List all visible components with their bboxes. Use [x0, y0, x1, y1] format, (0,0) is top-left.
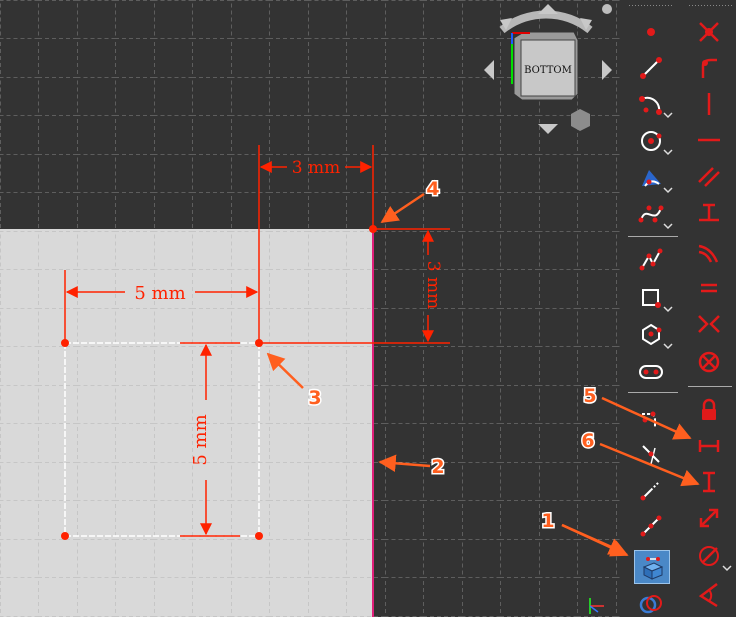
grid-light: [0, 229, 373, 617]
external-geometry-button[interactable]: [634, 550, 670, 584]
polygon-dropdown-icon[interactable]: [662, 340, 674, 352]
fillet-icon: [642, 411, 656, 428]
constrain-symmetric-button[interactable]: [692, 308, 726, 340]
arc-dropdown-icon[interactable]: [662, 109, 674, 121]
slot-button[interactable]: [634, 356, 668, 388]
line-icon: [640, 57, 662, 79]
line-button[interactable]: [634, 52, 668, 84]
anno-label-1: 1: [541, 510, 554, 532]
constrain-horizontal-distance-button[interactable]: [692, 430, 726, 462]
constrain-point-on-object-icon: [701, 58, 717, 78]
anno-label-6: 6: [581, 430, 594, 452]
3d-viewport[interactable]: 3 mm 3 mm 5 mm 5 mm 1 2 3 4 5 6 BOTTOM: [0, 0, 622, 617]
constrain-tangent-button[interactable]: [692, 236, 726, 268]
vertex-top-left: [61, 339, 69, 347]
toolbar-separator: [628, 392, 678, 393]
viewport-canvas[interactable]: 3 mm 3 mm 5 mm 5 mm 1 2 3 4 5 6 BOTTOM: [0, 0, 622, 617]
toolbar-grip[interactable]: [628, 4, 674, 8]
constrain-angle-icon: [698, 583, 718, 608]
constrain-distance-button[interactable]: [692, 502, 726, 534]
constrain-tangent-icon: [698, 244, 719, 263]
constrain-vertical-icon: [707, 93, 711, 115]
extend-button[interactable]: [634, 474, 668, 506]
toolbar-separator: [688, 386, 732, 387]
extend-icon: [640, 481, 660, 501]
vertex-top-right: [255, 339, 263, 347]
point-button[interactable]: [634, 16, 668, 48]
anno-label-4: 4: [426, 178, 439, 200]
constrain-lock-icon: [702, 398, 716, 420]
constrain-vertical-distance-icon: [703, 471, 715, 493]
dim-height-label[interactable]: 5 mm: [190, 414, 211, 465]
split-button[interactable]: [634, 510, 668, 542]
slot-icon: [639, 365, 663, 379]
constrain-block-icon: [698, 351, 720, 373]
constrain-point-on-object-button[interactable]: [692, 52, 726, 84]
constrain-distance-icon: [699, 508, 719, 528]
point-icon: [647, 28, 655, 36]
polyline-button[interactable]: [634, 244, 668, 276]
constrain-parallel-icon: [698, 167, 720, 187]
anno-label-3: 3: [308, 387, 321, 409]
rectangle-icon: [642, 289, 661, 308]
constrain-vertical-button[interactable]: [692, 88, 726, 120]
trim-button[interactable]: [634, 438, 668, 470]
external-geometry-icon: [642, 557, 664, 580]
constrain-equal-button[interactable]: [692, 272, 726, 304]
anno-label-2: 2: [431, 456, 444, 478]
constrain-block-button[interactable]: [692, 346, 726, 378]
vertex-bottom-left: [61, 532, 69, 540]
fillet-button[interactable]: [634, 402, 668, 434]
carbon-copy-button[interactable]: [634, 588, 668, 617]
toolbar-separator: [628, 236, 678, 237]
vertex-model-corner: [369, 225, 377, 233]
constrain-angle-button[interactable]: [692, 578, 726, 610]
cube-menu-icon[interactable]: [602, 4, 612, 14]
constrain-horizontal-icon: [698, 138, 720, 142]
dim-right-label[interactable]: 3 mm: [423, 261, 443, 309]
bspline-dropdown-icon[interactable]: [662, 220, 674, 232]
constrain-radius-dropdown-icon[interactable]: [721, 562, 733, 574]
constrain-symmetric-icon: [698, 315, 720, 333]
constrain-coincident-button[interactable]: [692, 16, 726, 48]
circle-icon: [641, 131, 662, 151]
cube-face-label: BOTTOM: [524, 65, 572, 76]
constrain-perpendicular-icon: [699, 203, 719, 222]
circle-dropdown-icon[interactable]: [662, 146, 674, 158]
vertex-bottom-right: [255, 532, 263, 540]
conic-icon: [642, 170, 661, 187]
constrain-lock-button[interactable]: [692, 394, 726, 426]
split-icon: [640, 515, 662, 537]
constrain-vertical-distance-button[interactable]: [692, 466, 726, 498]
rectangle-dropdown-icon[interactable]: [662, 303, 674, 315]
anno-label-5: 5: [583, 385, 596, 407]
constrain-perpendicular-button[interactable]: [692, 198, 726, 230]
constrain-horizontal-button[interactable]: [692, 124, 726, 156]
trim-icon: [642, 445, 660, 465]
sketcher-constraints-toolbar: [684, 0, 736, 617]
constrain-coincident-icon: [699, 22, 719, 42]
arc-icon: [639, 96, 662, 115]
constrain-horizontal-distance-icon: [698, 440, 720, 452]
dim-top-label[interactable]: 3 mm: [292, 158, 340, 178]
polyline-icon: [639, 248, 663, 271]
sketcher-geometry-toolbar: [622, 0, 684, 617]
carbon-copy-icon: [639, 595, 662, 614]
toolbar-grip[interactable]: [688, 4, 732, 8]
constrain-parallel-button[interactable]: [692, 160, 726, 192]
constrain-radius-icon: [699, 546, 719, 566]
constrain-equal-icon: [701, 283, 717, 293]
dim-width-label[interactable]: 5 mm: [134, 283, 185, 304]
sketcher-window: 3 mm 3 mm 5 mm 5 mm 1 2 3 4 5 6 BOTTOM: [0, 0, 736, 617]
bspline-icon: [638, 205, 664, 223]
polygon-icon: [642, 323, 662, 346]
conic-dropdown-icon[interactable]: [662, 184, 674, 196]
